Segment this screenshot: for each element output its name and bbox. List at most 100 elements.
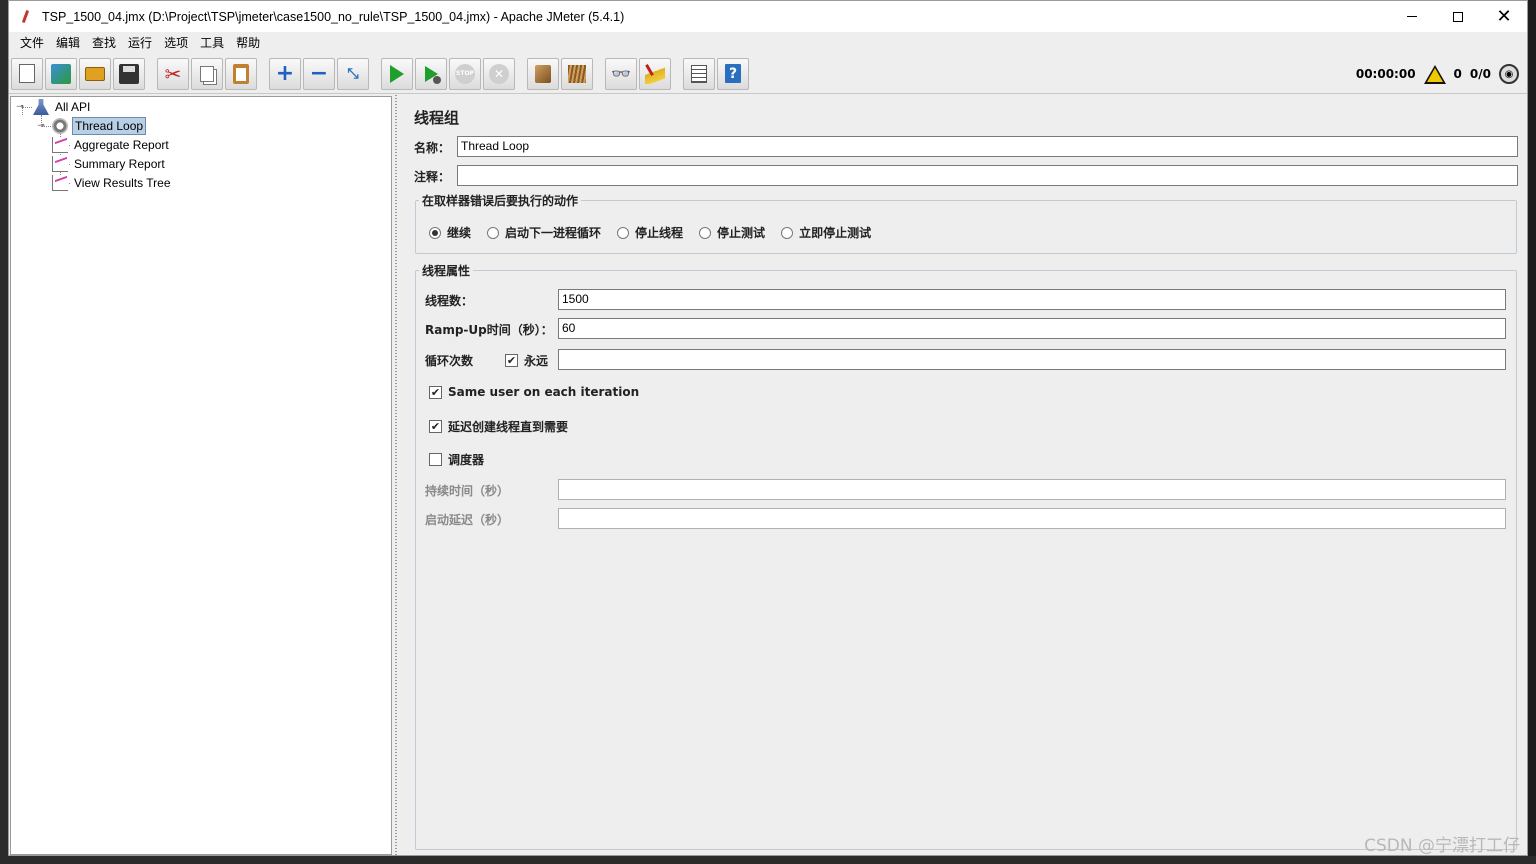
shutdown-button[interactable]: ✕	[483, 57, 515, 90]
tree-node-summary-report[interactable]: Summary Report	[52, 155, 167, 173]
open-icon	[85, 66, 105, 81]
thread-properties-title: 线程属性	[419, 262, 474, 279]
toggle-icon: ⤡	[347, 65, 359, 82]
close-button[interactable]: ✕	[1481, 1, 1527, 32]
test-plan-tree[interactable]: ⊸ All API ⊸ Thread Loop Aggregate Report…	[10, 96, 392, 855]
radio-indicator	[617, 226, 630, 239]
scheduler-checkbox[interactable]: 调度器	[429, 451, 484, 468]
rampup-input[interactable]: 60	[558, 318, 1506, 339]
maximize-button[interactable]	[1435, 1, 1481, 32]
tree-node-label: Thread Loop	[72, 117, 147, 135]
radio-indicator	[429, 226, 441, 239]
maximize-icon	[1453, 11, 1463, 22]
radio-label: 启动下一进程循环	[505, 226, 602, 240]
start-no-pauses-icon	[421, 64, 441, 84]
copy-button[interactable]	[191, 57, 223, 90]
minimize-button[interactable]	[1389, 1, 1435, 32]
duration-input[interactable]	[558, 479, 1506, 500]
toolbar: ✂ + − ⤡ STOP ✕ 👓 ? 00:00:00 0 0/0 ◉	[9, 54, 1527, 94]
collapse-icon: −	[309, 61, 329, 86]
paste-button[interactable]	[225, 57, 257, 90]
menu-help[interactable]: 帮助	[230, 32, 266, 54]
startup-delay-input[interactable]	[558, 508, 1506, 529]
function-list-icon	[691, 64, 707, 83]
listener-chart-icon	[52, 137, 68, 153]
error-action-options: 继续 启动下一进程循环 停止线程 停止测试 立即停止测试	[429, 224, 887, 241]
tree-node-thread-group[interactable]: Thread Loop	[52, 117, 147, 135]
tree-node-label: Aggregate Report	[74, 138, 169, 152]
duration-label: 持续时间（秒）	[425, 484, 510, 498]
expand-button[interactable]: +	[269, 57, 301, 90]
expand-toggle-root[interactable]: ⊸	[15, 102, 25, 112]
radio-stop-test-now[interactable]: 立即停止测试	[781, 224, 871, 241]
start-button[interactable]	[381, 57, 413, 90]
shutdown-icon: ✕	[489, 63, 509, 84]
stop-button[interactable]: STOP	[449, 57, 481, 90]
delay-thread-creation-checkbox[interactable]: ✔ 延迟创建线程直到需要	[429, 418, 568, 435]
collapse-button[interactable]: −	[303, 57, 335, 90]
jmeter-feather-icon	[18, 9, 34, 25]
warning-icon[interactable]	[1423, 64, 1446, 84]
tree-node-label: All API	[55, 100, 91, 114]
open-button[interactable]	[79, 57, 111, 90]
elapsed-time: 00:00:00	[1355, 67, 1416, 81]
menu-tools[interactable]: 工具	[194, 32, 230, 54]
menu-run[interactable]: 运行	[122, 32, 158, 54]
menu-bar: 文件 编辑 查找 运行 选项 工具 帮助	[9, 32, 1527, 54]
loop-count-label: 循环次数	[425, 354, 474, 368]
save-button[interactable]	[113, 57, 145, 90]
background-strip-left	[0, 0, 8, 864]
background-strip-bottom	[0, 856, 1536, 864]
new-button[interactable]	[11, 57, 43, 90]
run-status: 00:00:00 0 0/0 ◉	[1356, 54, 1519, 94]
checkbox-indicator: ✔	[429, 385, 442, 399]
comment-input[interactable]	[457, 165, 1518, 186]
help-icon: ?	[725, 64, 741, 83]
help-button[interactable]: ?	[717, 57, 749, 90]
radio-indicator	[699, 226, 712, 239]
menu-file[interactable]: 文件	[14, 32, 50, 54]
tree-node-label: Summary Report	[74, 157, 165, 171]
radio-start-next-loop[interactable]: 启动下一进程循环	[487, 224, 601, 241]
toggle-button[interactable]: ⤡	[337, 57, 369, 90]
main-split: ⊸ All API ⊸ Thread Loop Aggregate Report…	[9, 95, 1527, 855]
threads-input[interactable]: 1500	[558, 289, 1506, 310]
menu-edit[interactable]: 编辑	[50, 32, 86, 54]
loop-count-input[interactable]	[558, 349, 1506, 370]
same-user-checkbox[interactable]: ✔ Same user on each iteration	[429, 385, 639, 399]
startup-delay-label: 启动延迟（秒）	[425, 513, 510, 527]
radio-indicator	[487, 226, 500, 239]
reset-search-button[interactable]	[639, 57, 671, 90]
function-helper-button[interactable]	[683, 57, 715, 90]
clear-button[interactable]	[527, 57, 559, 90]
clear-all-button[interactable]	[561, 57, 593, 90]
tree-node-test-plan[interactable]: All API	[33, 98, 92, 116]
forever-checkbox[interactable]: ✔ 永远	[505, 352, 548, 369]
menu-options[interactable]: 选项	[158, 32, 194, 54]
search-button[interactable]: 👓	[605, 57, 637, 90]
pane-splitter[interactable]	[392, 95, 400, 855]
radio-indicator	[781, 226, 794, 239]
radio-stop-test[interactable]: 停止测试	[699, 224, 765, 241]
thread-group-gear-icon	[52, 118, 68, 134]
expand-toggle-thread-group[interactable]: ⊸	[36, 121, 46, 131]
checkbox-indicator: ✔	[429, 420, 442, 433]
name-input[interactable]: Thread Loop	[457, 136, 1518, 157]
listener-chart-icon	[52, 156, 68, 172]
tree-node-view-results-tree[interactable]: View Results Tree	[52, 174, 173, 192]
broom-icon	[645, 63, 665, 84]
radio-label: 立即停止测试	[799, 226, 872, 240]
name-label: 名称：	[414, 141, 451, 155]
cut-icon: ✂	[164, 61, 182, 86]
radio-continue[interactable]: 继续	[429, 224, 471, 241]
menu-search[interactable]: 查找	[86, 32, 122, 54]
start-no-pauses-button[interactable]	[415, 57, 447, 90]
checkbox-indicator: ✔	[505, 354, 518, 367]
radio-stop-thread[interactable]: 停止线程	[617, 224, 683, 241]
cut-button[interactable]: ✂	[157, 57, 189, 90]
expand-icon: +	[275, 61, 295, 86]
templates-button[interactable]	[45, 57, 77, 90]
tree-node-aggregate-report[interactable]: Aggregate Report	[52, 136, 171, 154]
error-action-title: 在取样器错误后要执行的动作	[419, 192, 582, 209]
checkbox-label: Same user on each iteration	[448, 385, 640, 399]
